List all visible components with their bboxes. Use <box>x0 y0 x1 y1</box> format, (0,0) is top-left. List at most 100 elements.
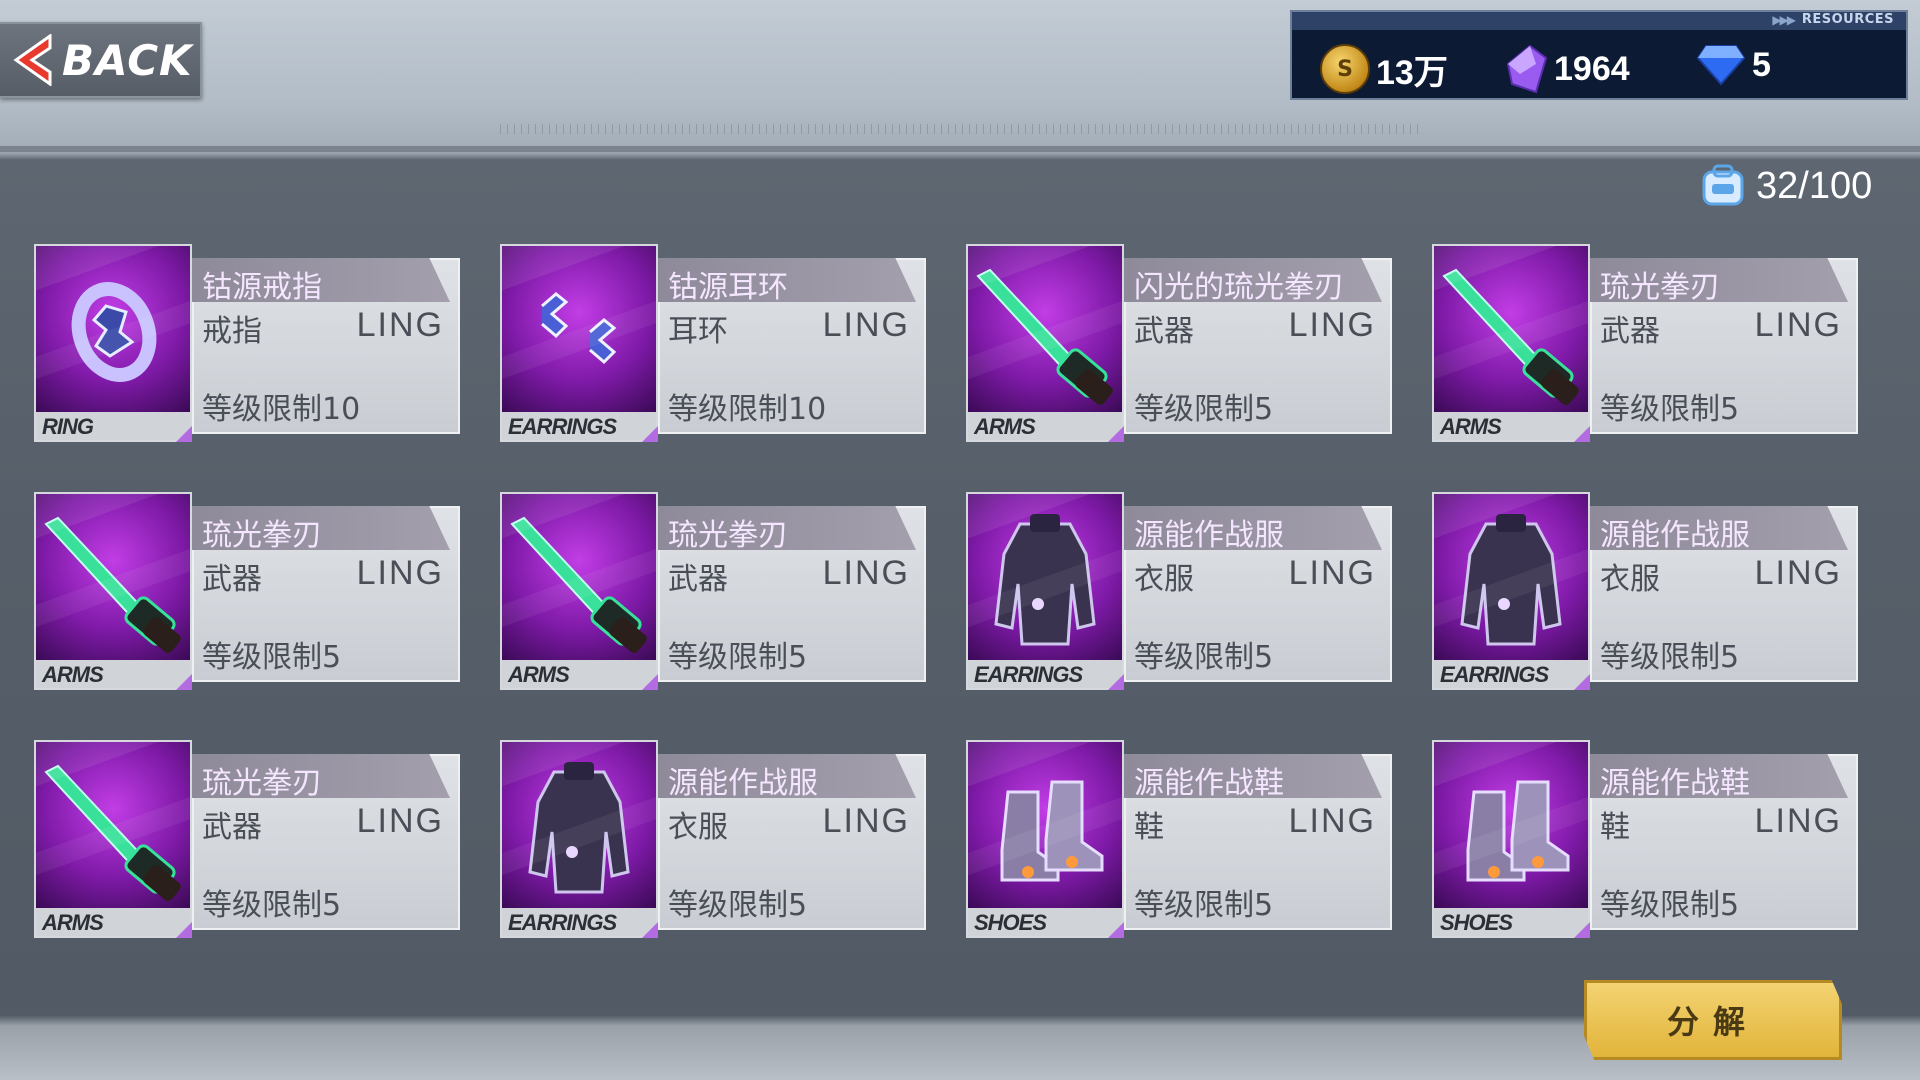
equipment-card[interactable]: ARMS 琉光拳刃 武器 LING 等级限制5 <box>34 492 464 690</box>
equipment-card[interactable]: EARRINGS 源能作战服 衣服 LING 等级限制5 <box>966 492 1396 690</box>
equipment-grade: LING <box>822 306 910 344</box>
equipment-card[interactable]: EARRINGS 源能作战服 衣服 LING 等级限制5 <box>1432 492 1862 690</box>
equipment-card[interactable]: ARMS 琉光拳刃 武器 LING 等级限制5 <box>500 492 930 690</box>
back-label: BACK <box>62 36 193 85</box>
equipment-name: 钴源耳环 <box>668 270 788 305</box>
equipment-card[interactable]: ARMS 琉光拳刃武器 LING 等级限制5 <box>34 740 464 938</box>
blade-icon <box>968 246 1122 412</box>
equipment-type: 戒指 <box>202 314 262 349</box>
slot-tag: ARMS <box>42 662 104 687</box>
equipment-card[interactable]: EARRINGS 源能作战服 衣服 LING 等级限制5 <box>500 740 930 938</box>
equipment-grade: LING <box>1288 802 1376 840</box>
rarity-corner <box>176 922 192 938</box>
rarity-corner <box>1108 426 1124 442</box>
rarity-corner <box>1108 922 1124 938</box>
ruler-decoration <box>500 124 1420 134</box>
resources-panel: ▶▶▶ RESOURCES S 13万 1964 5 <box>1290 10 1908 100</box>
rarity-corner <box>1574 674 1590 690</box>
level-requirement: 等级限制5 <box>202 640 342 675</box>
equipment-name: 琉光拳刃 <box>202 766 322 801</box>
blade-icon <box>502 494 656 660</box>
equipment-grade: LING <box>822 554 910 592</box>
level-requirement: 等级限制10 <box>668 392 827 427</box>
equipment-card[interactable]: ARMS 琉光拳刃 武器 LING 等级限制5 <box>1432 244 1862 442</box>
equipment-grid: RING 钴源戒指 戒指 LING 等级限制10 EARRINGS 钴源耳环 耳环 LING 等级… <box>34 244 1894 938</box>
equipment-info: 琉光拳刃 武器 LING 等级限制5 <box>192 506 460 682</box>
equipment-grade: LING <box>1288 306 1376 344</box>
equipment-type: 衣服 <box>668 810 728 845</box>
equipment-card[interactable]: EARRINGS 钴源耳环 耳环 LING 等级限制10 <box>500 244 930 442</box>
level-requirement: 等级限制5 <box>1134 640 1274 675</box>
blade-icon <box>36 742 190 908</box>
equipment-card[interactable]: RING 钴源戒指 戒指 LING 等级限制10 <box>34 244 464 442</box>
equipment-grade: LING <box>356 554 444 592</box>
equipment-thumbnail: ARMS <box>34 492 192 690</box>
battle-suit-icon <box>1434 494 1588 660</box>
equipment-thumbnail: EARRINGS <box>1432 492 1590 690</box>
slot-tag: RING <box>42 414 94 439</box>
equipment-grade: LING <box>356 802 444 840</box>
equipment-info: 源能作战鞋鞋 LING 等级限制5 <box>1590 754 1858 930</box>
rarity-corner <box>642 674 658 690</box>
resources-arrows-icon: ▶▶▶ <box>1772 13 1796 27</box>
equipment-name: 源能作战服 <box>668 766 818 801</box>
resources-tag: RESOURCES <box>1801 12 1894 27</box>
equipment-info: 源能作战服 衣服 LING 等级限制5 <box>1124 506 1392 682</box>
equipment-type: 武器 <box>202 810 262 845</box>
equipment-grade: LING <box>1754 306 1842 344</box>
equipment-info: 源能作战服 衣服 LING 等级限制5 <box>658 754 926 930</box>
crystal-value: 1964 <box>1554 49 1630 88</box>
rarity-corner <box>176 426 192 442</box>
equipment-card[interactable]: SHOES 源能作战鞋鞋 LING 等级限制5 <box>966 740 1396 938</box>
equipment-type: 衣服 <box>1134 562 1194 597</box>
gold-resource[interactable]: S 13万 <box>1320 44 1448 94</box>
slot-tag: ARMS <box>974 414 1036 439</box>
diamond-resource[interactable]: 5 <box>1696 44 1771 86</box>
equipment-info: 源能作战鞋鞋 LING 等级限制5 <box>1124 754 1392 930</box>
equipment-thumbnail: EARRINGS <box>500 244 658 442</box>
slot-tag: EARRINGS <box>508 414 617 439</box>
equipment-name: 源能作战服 <box>1600 518 1750 553</box>
level-requirement: 等级限制5 <box>1134 392 1274 427</box>
decompose-button[interactable]: 分解 <box>1584 980 1842 1060</box>
crystal-resource[interactable]: 1964 <box>1506 44 1630 94</box>
slot-tag: EARRINGS <box>974 662 1083 687</box>
equipment-type: 武器 <box>668 562 728 597</box>
equipment-name: 琉光拳刃 <box>1600 270 1720 305</box>
gold-value: 13万 <box>1376 53 1448 92</box>
equipment-thumbnail: EARRINGS <box>966 492 1124 690</box>
level-requirement: 等级限制5 <box>1600 640 1740 675</box>
battle-suit-icon <box>968 494 1122 660</box>
equipment-name: 源能作战服 <box>1134 518 1284 553</box>
equipment-thumbnail: RING <box>34 244 192 442</box>
equipment-type: 武器 <box>202 562 262 597</box>
diamond-icon <box>1696 45 1746 86</box>
blade-icon <box>1434 246 1588 412</box>
equipment-grade: LING <box>1754 802 1842 840</box>
back-button[interactable]: BACK <box>0 22 202 98</box>
level-requirement: 等级限制5 <box>668 640 808 675</box>
equipment-name: 源能作战鞋 <box>1600 766 1750 801</box>
equipment-thumbnail: SHOES <box>966 740 1124 938</box>
slot-tag: EARRINGS <box>508 910 617 935</box>
equipment-card[interactable]: ARMS 闪光的琉光拳刃 武器 LING 等级限制5 <box>966 244 1396 442</box>
level-requirement: 等级限制10 <box>202 392 361 427</box>
back-arrow-icon <box>13 34 52 86</box>
slot-tag: SHOES <box>1440 910 1513 935</box>
slot-tag: EARRINGS <box>1440 662 1549 687</box>
level-requirement: 等级限制5 <box>202 888 342 923</box>
rarity-corner <box>642 922 658 938</box>
slot-tag: ARMS <box>42 910 104 935</box>
gold-coin-icon: S <box>1320 44 1370 94</box>
equipment-info: 琉光拳刃 武器 LING 等级限制5 <box>658 506 926 682</box>
decompose-label: 分解 <box>1666 1003 1759 1041</box>
earrings-icon <box>502 246 656 412</box>
equipment-info: 闪光的琉光拳刃 武器 LING 等级限制5 <box>1124 258 1392 434</box>
inventory-capacity: 32/100 <box>1700 164 1872 208</box>
shoes-icon <box>1434 742 1588 908</box>
top-divider <box>0 146 1920 152</box>
rarity-corner <box>1574 922 1590 938</box>
equipment-info: 钴源耳环 耳环 LING 等级限制10 <box>658 258 926 434</box>
equipment-card[interactable]: SHOES 源能作战鞋鞋 LING 等级限制5 <box>1432 740 1862 938</box>
equipment-grade: LING <box>356 306 444 344</box>
